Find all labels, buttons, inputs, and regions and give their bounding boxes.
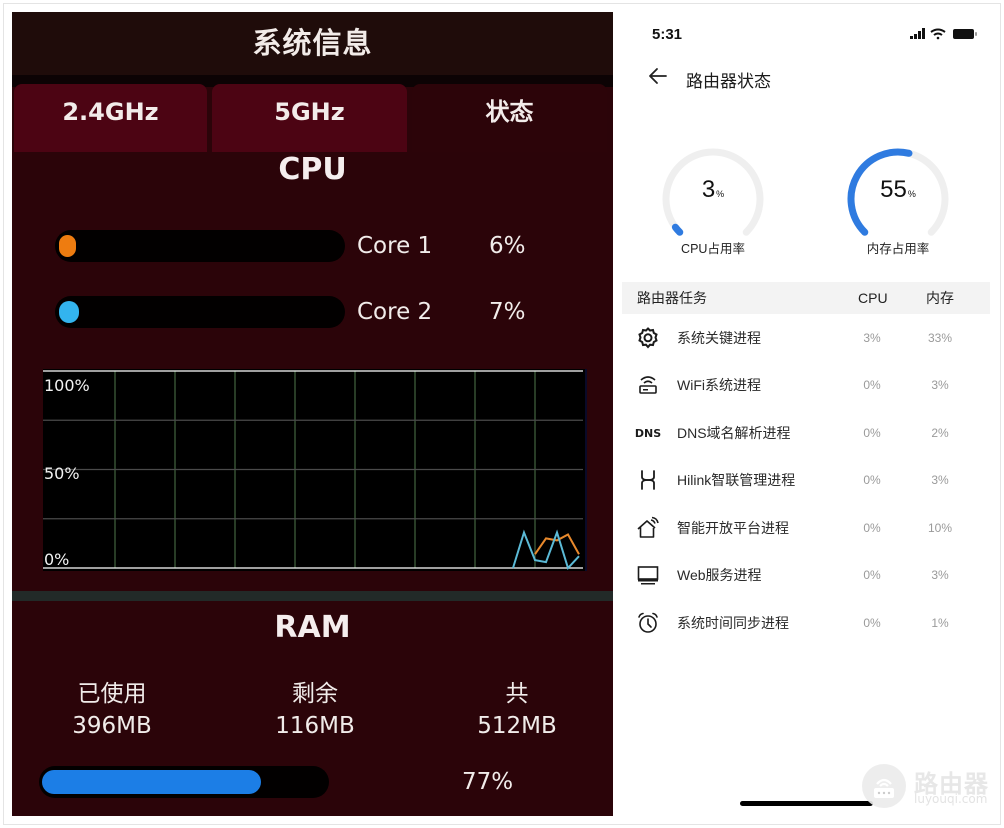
task-cpu: 0% <box>863 473 881 487</box>
cpu-usage-number: 3 <box>701 176 716 203</box>
ram-progress-fill <box>42 770 261 794</box>
task-memory: 3% <box>931 568 949 582</box>
ram-used: 已使用 396MB <box>12 678 212 742</box>
back-arrow-icon[interactable] <box>646 64 670 88</box>
task-row[interactable]: Hilink智联管理进程 0% 3% <box>620 460 990 500</box>
ram-total-label: 共 <box>505 681 529 707</box>
ram-free-label: 剩余 <box>292 681 338 707</box>
task-name: Hilink智联管理进程 <box>677 472 796 488</box>
gauge-fill <box>671 223 684 236</box>
core-1-value: 6% <box>489 233 526 259</box>
ram-total-value: 512MB <box>477 713 557 739</box>
ram-free-value: 116MB <box>275 713 355 739</box>
gear-icon <box>636 326 660 350</box>
y-tick-label: 100% <box>44 376 90 395</box>
task-name: Web服务进程 <box>677 567 762 583</box>
status-bar-time: 5:31 <box>652 26 683 43</box>
memory-usage-value: 55% <box>833 176 963 204</box>
tab-bar: 2.4GHz 5GHz 状态 <box>12 84 613 152</box>
ram-used-label: 已使用 <box>77 681 147 707</box>
task-name: DNS域名解析进程 <box>677 425 791 441</box>
signal-icon <box>910 28 925 39</box>
task-table-header: 路由器任务 CPU 内存 <box>622 282 990 314</box>
cpu-history-chart-svg: 100% 50% 0% <box>43 370 583 570</box>
header-cpu: CPU <box>858 290 888 306</box>
ram-used-value: 396MB <box>72 713 152 739</box>
nav-title: 路由器状态 <box>686 72 771 91</box>
core-2-progress-fill <box>59 301 79 323</box>
y-tick-label: 50% <box>44 464 80 483</box>
memory-usage-number: 55 <box>880 176 907 203</box>
tab-5ghz[interactable]: 5GHz <box>212 84 407 152</box>
core-row: Core 1 6% <box>12 230 613 264</box>
task-cpu: 0% <box>863 378 881 392</box>
task-row[interactable]: DNS DNS域名解析进程 0% 2% <box>620 413 990 453</box>
memory-usage-gauge: 55% 内存占用率 <box>833 134 963 264</box>
series-line-core-1 <box>534 533 580 555</box>
task-cpu: 0% <box>863 616 881 630</box>
wifi-router-icon <box>636 373 660 397</box>
wifi-icon <box>930 28 946 40</box>
hilink-icon <box>636 468 660 492</box>
home-indicator[interactable] <box>740 801 873 806</box>
dns-icon: DNS <box>634 426 662 440</box>
cpu-usage-label: CPU占用率 <box>681 242 745 256</box>
core-1-progress-fill <box>59 235 76 257</box>
header-memory: 内存 <box>926 290 954 306</box>
task-row[interactable]: 系统关键进程 3% 33% <box>620 318 990 358</box>
router-status-screen: 5:31 路由器状态 3% CPU占用率 55% 内存占用率 路由器任务 CPU… <box>620 12 1000 816</box>
ram-total: 共 512MB <box>417 678 613 742</box>
memory-usage-label: 内存占用率 <box>866 242 930 256</box>
ram-progress-bar <box>39 766 329 798</box>
task-name: WiFi系统进程 <box>677 377 761 393</box>
task-memory: 1% <box>931 616 949 630</box>
cpu-usage-value: 3% <box>648 176 778 204</box>
task-name: 智能开放平台进程 <box>677 520 789 536</box>
task-memory: 10% <box>927 521 953 535</box>
task-name: 系统关键进程 <box>677 330 761 346</box>
ram-free: 剩余 116MB <box>215 678 415 742</box>
section-divider <box>12 591 613 601</box>
tab-2-4ghz[interactable]: 2.4GHz <box>14 84 207 152</box>
watermark-url: luyouqi.com <box>914 792 988 806</box>
cpu-section-title: CPU <box>278 152 347 187</box>
header-task: 路由器任务 <box>637 290 707 306</box>
task-memory: 3% <box>931 378 949 392</box>
status-bar-icons <box>910 28 977 40</box>
core-2-label: Core 2 <box>357 299 433 325</box>
task-row[interactable]: WiFi系统进程 0% 3% <box>620 365 990 405</box>
task-row[interactable]: 智能开放平台进程 0% 10% <box>620 508 990 548</box>
smart-home-icon <box>636 516 660 540</box>
ram-section-title: RAM <box>274 610 351 645</box>
tab-status[interactable]: 状态 <box>412 84 607 152</box>
y-tick-label: 0% <box>44 550 69 569</box>
task-cpu: 0% <box>863 568 881 582</box>
task-row[interactable]: Web服务进程 0% 3% <box>620 555 990 595</box>
core-row: Core 2 7% <box>12 296 613 330</box>
ram-percent: 77% <box>462 769 514 795</box>
task-cpu: 3% <box>863 331 881 345</box>
core-1-label: Core 1 <box>357 233 433 259</box>
router-logo-icon <box>862 764 906 808</box>
system-info-panel: 系统信息 2.4GHz 5GHz 状态 CPU Core 1 6% Core 2… <box>12 12 613 816</box>
task-name: 系统时间同步进程 <box>677 615 789 631</box>
task-cpu: 0% <box>863 521 881 535</box>
task-memory: 33% <box>927 331 953 345</box>
cpu-usage-gauge: 3% CPU占用率 <box>648 134 778 264</box>
alarm-clock-icon <box>636 611 660 635</box>
cpu-usage-unit: % <box>716 189 725 199</box>
page-title: 系统信息 <box>12 12 613 75</box>
monitor-icon <box>636 563 660 587</box>
core-1-progress-bar <box>55 230 345 262</box>
watermark: 路由器 luyouqi.com <box>862 762 992 812</box>
core-2-progress-bar <box>55 296 345 328</box>
task-memory: 2% <box>931 426 949 440</box>
memory-usage-unit: % <box>907 189 916 199</box>
cpu-history-chart: 100% 50% 0% <box>43 369 587 571</box>
battery-icon <box>953 29 977 39</box>
task-memory: 3% <box>931 473 949 487</box>
core-2-value: 7% <box>489 299 526 325</box>
task-row[interactable]: 系统时间同步进程 0% 1% <box>620 603 990 643</box>
task-cpu: 0% <box>863 426 881 440</box>
